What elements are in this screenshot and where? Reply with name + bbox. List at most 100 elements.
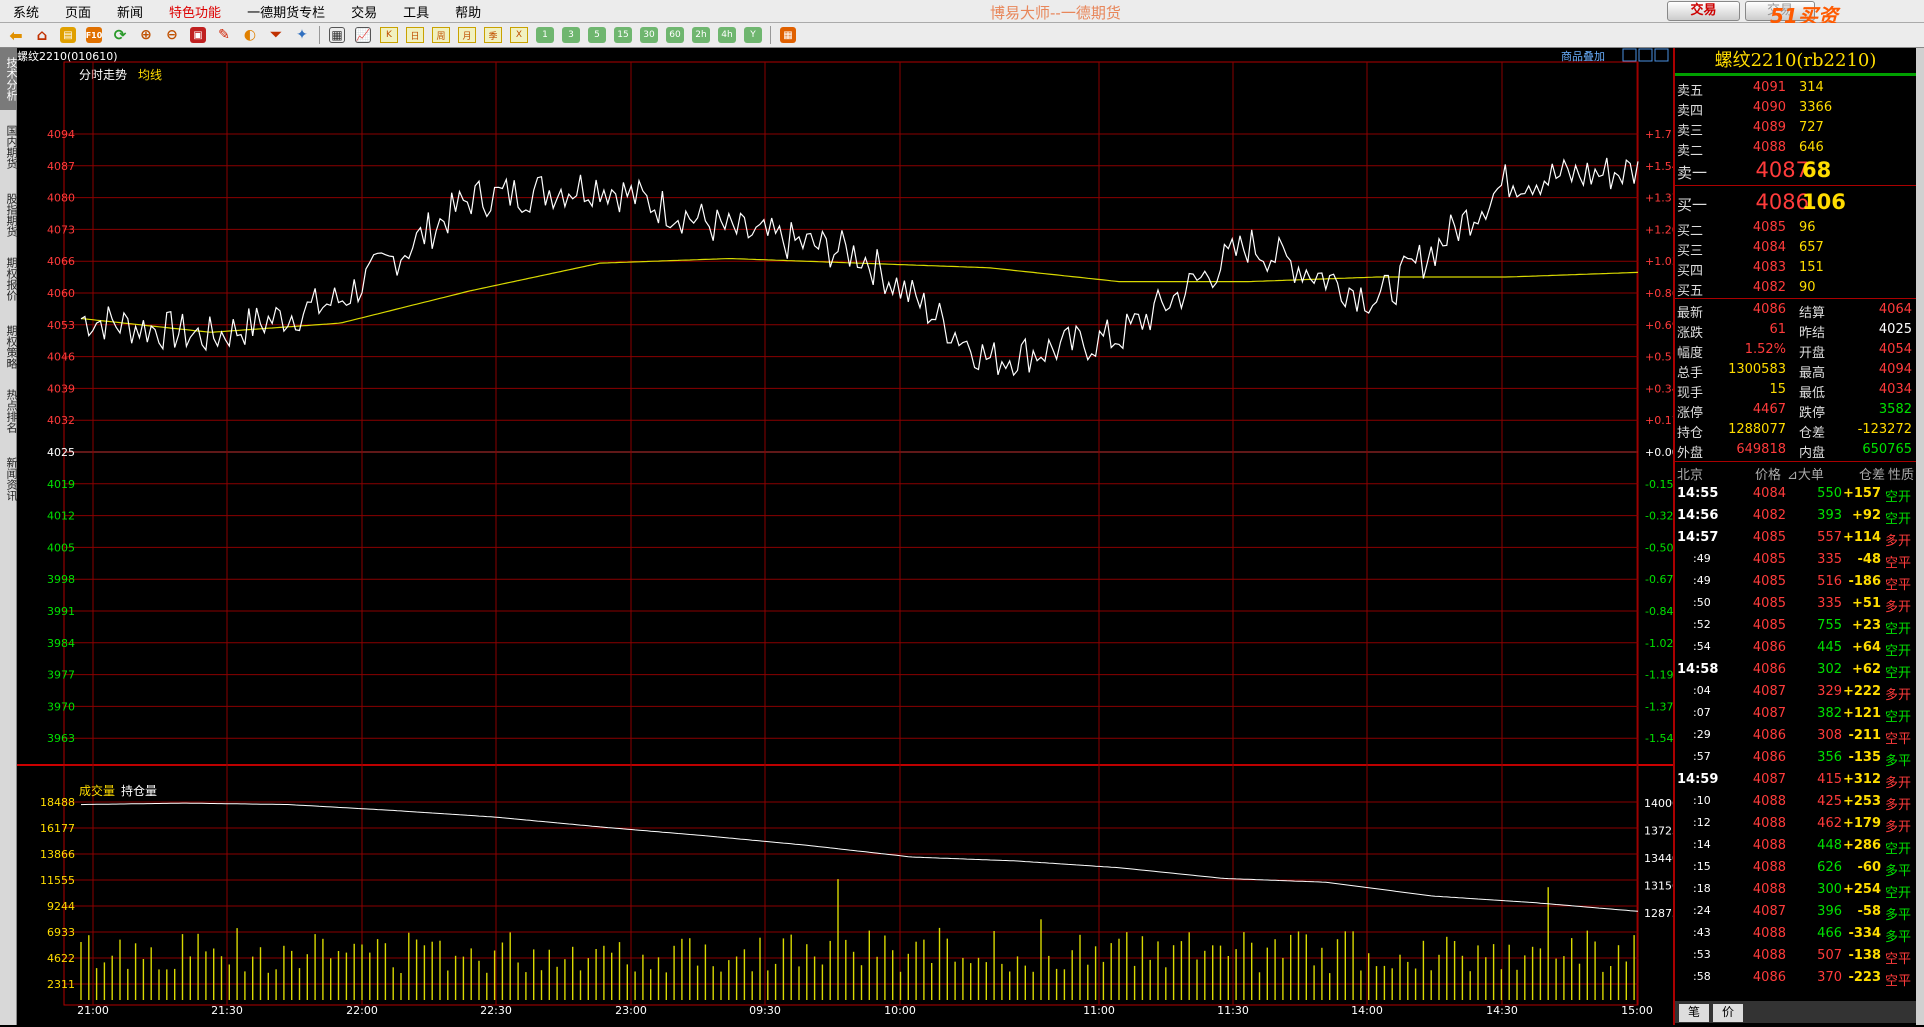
period-15-icon[interactable]: 15: [611, 25, 635, 45]
ask-volume: 314: [1799, 80, 1824, 95]
window-icon[interactable]: ▣: [186, 25, 210, 45]
period-4h-icon[interactable]: 4h: [715, 25, 739, 45]
leftnav-tab-2[interactable]: 股指期货: [0, 184, 18, 246]
tick-header-time: 北京: [1677, 468, 1704, 483]
tick-row: :50 4085 335 +51 多开: [1675, 594, 1916, 615]
menu-item-5[interactable]: 交易: [338, 2, 390, 21]
menu-item-6[interactable]: 工具: [390, 2, 442, 21]
ask-row: 卖二 4088 646: [1675, 138, 1916, 159]
tick-header-row: 北京 价格 ⊿大单 仓差 性质: [1675, 462, 1916, 483]
tools-icon[interactable]: ✦: [290, 25, 314, 45]
tick-volume: 462: [1817, 816, 1842, 831]
tick-volume: 550: [1817, 486, 1842, 501]
pct-tick-label: +0.17%: [1645, 414, 1673, 427]
period-3-icon[interactable]: 3: [559, 25, 583, 45]
tick-row: :07 4087 382 +121 空开: [1675, 704, 1916, 725]
stat-row: 现手 15 最低 4034: [1675, 380, 1916, 401]
menu-item-4[interactable]: 一德期货专栏: [234, 2, 338, 21]
volume-tick-label: 6933: [47, 926, 75, 939]
refresh-icon[interactable]: ⟳: [108, 25, 132, 45]
tick-oi-change: +92: [1852, 508, 1881, 523]
bid-volume: 106: [1802, 190, 1846, 214]
f10-icon[interactable]: F10: [82, 25, 106, 45]
leftnav-tab-1[interactable]: 国内期货: [0, 116, 18, 178]
leftnav-tab-5[interactable]: 热点排名: [0, 380, 18, 442]
period-2h-icon[interactable]: 2h: [689, 25, 713, 45]
trade-button[interactable]: 交易: [1667, 1, 1740, 21]
zoom-in-icon[interactable]: ⊕: [134, 25, 158, 45]
oi-tick-label: 1372317: [1644, 825, 1673, 838]
window-restore-icon[interactable]: [1638, 48, 1653, 62]
window-close-icon[interactable]: [1654, 48, 1669, 62]
panel-tab-0[interactable]: 笔: [1679, 1004, 1709, 1022]
price-tick-label: 3991: [47, 605, 75, 618]
bid-volume: 657: [1799, 240, 1824, 255]
leftnav-tab-0[interactable]: 技术分析: [0, 48, 18, 110]
chart-bg: [17, 48, 1673, 1023]
window-min-icon[interactable]: [1622, 48, 1637, 62]
stat-value: -123272: [1857, 422, 1912, 437]
volume-tick-label: 9244: [47, 900, 75, 913]
price-tick-label: 4025: [47, 446, 75, 459]
tick-time: 14:57: [1677, 530, 1719, 545]
time-tick-label: 11:30: [1217, 1004, 1249, 1017]
tick-price: 4086: [1752, 728, 1786, 743]
menu-item-2[interactable]: 新闻: [104, 2, 156, 21]
book-icon[interactable]: ▤: [56, 25, 80, 45]
menu-item-1[interactable]: 页面: [52, 2, 104, 21]
season-icon[interactable]: 季: [481, 25, 505, 45]
chart-icon[interactable]: 📈: [351, 25, 375, 45]
price-tick-label: 3977: [47, 669, 75, 682]
tick-type: 空平: [1885, 732, 1912, 747]
pen-icon[interactable]: ✎: [212, 25, 236, 45]
bid-label: 买四: [1677, 264, 1704, 279]
kline-icon[interactable]: K: [377, 25, 401, 45]
tick-time: 14:56: [1677, 508, 1719, 523]
home-icon[interactable]: ⌂: [30, 25, 54, 45]
period-30-icon[interactable]: 30: [637, 25, 661, 45]
tick-oi-change: +253: [1842, 794, 1881, 809]
tick-oi-change: -211: [1848, 728, 1881, 743]
stat-row: 最新 4086 结算 4064: [1675, 300, 1916, 321]
ask-row: 卖三 4089 727: [1675, 118, 1916, 139]
tick-volume: 396: [1817, 904, 1842, 919]
filter-icon[interactable]: ⏷: [264, 25, 288, 45]
tick-time: :58: [1693, 970, 1711, 983]
back-arrow-icon[interactable]: ⬅: [4, 25, 28, 45]
bid-row: 买四 4083 151: [1675, 258, 1916, 279]
calculator-icon[interactable]: ▦: [776, 25, 800, 45]
period-1-icon[interactable]: 1: [533, 25, 557, 45]
period-year-icon[interactable]: Y: [741, 25, 765, 45]
tick-price: 4086: [1752, 750, 1786, 765]
stat-label: 结算: [1799, 306, 1826, 321]
period-60-icon[interactable]: 60: [663, 25, 687, 45]
close-x-icon[interactable]: X: [507, 25, 531, 45]
week-icon[interactable]: 周: [429, 25, 453, 45]
tick-time: :29: [1693, 728, 1711, 741]
tick-row: :10 4088 425 +253 多开: [1675, 792, 1916, 813]
menu-item-0[interactable]: 系统: [0, 2, 52, 21]
pct-tick-label: +0.34%: [1645, 382, 1673, 395]
zoom-out-icon[interactable]: ⊖: [160, 25, 184, 45]
leftnav-tab-4[interactable]: 期权策略: [0, 316, 18, 378]
volume-tab: 成交量: [79, 783, 115, 798]
tick-price: 4087: [1752, 772, 1786, 787]
day-icon[interactable]: 日: [403, 25, 427, 45]
period-5-icon[interactable]: 5: [585, 25, 609, 45]
panel-tab-1[interactable]: 价: [1713, 1004, 1743, 1022]
month-icon[interactable]: 月: [455, 25, 479, 45]
menu-item-7[interactable]: 帮助: [442, 2, 494, 21]
intraday-chart[interactable]: 螺纹2210(010610) 商品叠加分时走势均线 4094 +1.71% 4087 +1…: [17, 48, 1693, 1023]
leftnav-tab-3[interactable]: 期权报价: [0, 248, 18, 310]
bid-price: 4083: [1752, 260, 1786, 275]
tick-row: :04 4087 329 +222 多开: [1675, 682, 1916, 703]
tick-type: 空平: [1885, 974, 1912, 989]
table-icon[interactable]: ▦: [325, 25, 349, 45]
leftnav-tab-6[interactable]: 新闻资讯: [0, 448, 18, 510]
price-tick-label: 3970: [47, 700, 75, 713]
tick-row: :52 4085 755 +23 空开: [1675, 616, 1916, 637]
tick-oi-change: +157: [1842, 486, 1881, 501]
tick-oi-change: +312: [1842, 772, 1881, 787]
color-icon[interactable]: ◐: [238, 25, 262, 45]
menu-item-3[interactable]: 特色功能: [156, 2, 234, 21]
